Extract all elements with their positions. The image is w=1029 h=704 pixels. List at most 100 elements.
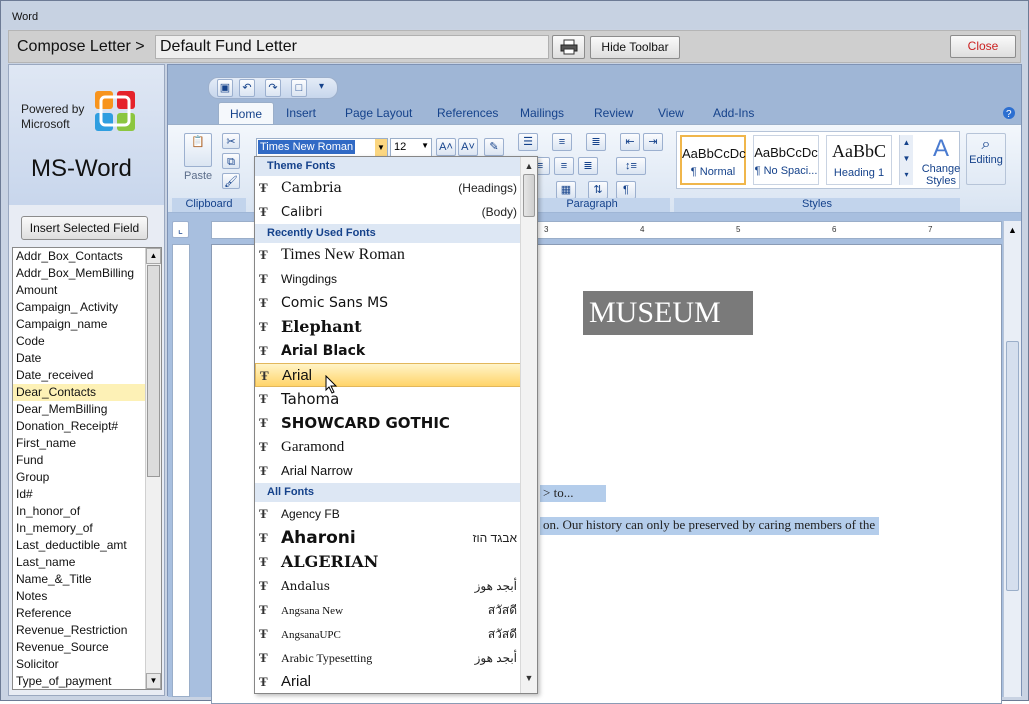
new-document-icon[interactable]: □ <box>291 79 307 97</box>
field-list-item[interactable]: Id# <box>13 486 146 503</box>
selected-text-line2[interactable]: on. Our history can only be preserved by… <box>540 517 880 535</box>
bullets-icon[interactable]: ☰ <box>518 133 538 151</box>
help-icon[interactable]: ? <box>1002 106 1016 120</box>
scroll-thumb[interactable] <box>147 265 160 477</box>
field-list-item[interactable]: Addr_Box_MemBilling <box>13 265 146 282</box>
field-list-item[interactable]: Code <box>13 333 146 350</box>
font-option[interactable]: Ŧ Arabic Typesetting أبجد هوز <box>255 646 521 670</box>
tab-view[interactable]: View <box>658 106 684 120</box>
field-list-item[interactable]: Donation_Receipt# <box>13 418 146 435</box>
field-list-item[interactable]: Type_of_payment <box>13 673 146 689</box>
font-option[interactable]: Ŧ Arial Narrow <box>255 459 521 483</box>
font-option[interactable]: Ŧ Cambria (Headings) <box>255 176 521 200</box>
field-list-item[interactable]: Dear_MemBilling <box>13 401 146 418</box>
tab-add-ins[interactable]: Add-Ins <box>713 106 754 120</box>
font-scroll-down-icon[interactable]: ▼ <box>522 671 536 685</box>
font-option[interactable]: Ŧ SHOWCARD GOTHIC <box>255 411 521 435</box>
font-name-box[interactable]: Times New Roman ▼ <box>256 138 388 157</box>
show-hide-icon[interactable]: ¶ <box>616 181 636 199</box>
field-list-item[interactable]: Last_name <box>13 554 146 571</box>
font-size-box[interactable]: 12 ▼ <box>390 138 432 157</box>
font-list-scrollbar[interactable]: ▲ ▼ <box>520 157 537 693</box>
customize-qat-icon[interactable]: ▾ <box>319 81 324 92</box>
field-list-item[interactable]: Name_&_Title <box>13 571 146 588</box>
tab-selector-icon[interactable]: ⌞ <box>172 221 189 238</box>
paste-icon[interactable]: 📋 <box>184 133 212 167</box>
font-option[interactable]: Ŧ Garamond <box>255 435 521 459</box>
field-list-item[interactable]: Campaign_ Activity <box>13 299 146 316</box>
style-heading1[interactable]: AaBbC Heading 1 <box>826 135 892 185</box>
font-name-value[interactable]: Times New Roman <box>258 140 356 154</box>
font-option[interactable]: Ŧ Calibri (Body) <box>255 200 521 224</box>
field-list-item[interactable]: Dear_Contacts <box>13 384 146 401</box>
field-list-item[interactable]: Solicitor <box>13 656 146 673</box>
field-list-item[interactable]: Revenue_Restriction <box>13 622 146 639</box>
field-list-scrollbar[interactable]: ▲ ▼ <box>145 248 161 689</box>
font-option[interactable]: Ŧ Comic Sans MS <box>255 291 521 315</box>
align-right-icon[interactable]: ≡ <box>554 157 574 175</box>
field-list-item[interactable]: Amount <box>13 282 146 299</box>
clear-formatting-icon[interactable]: ✎ <box>484 138 504 156</box>
tab-review[interactable]: Review <box>594 106 633 120</box>
scroll-down-icon[interactable]: ▼ <box>146 673 161 689</box>
field-list-item[interactable]: Date_received <box>13 367 146 384</box>
redo-icon[interactable]: ↷ <box>265 79 281 97</box>
font-option[interactable]: Ŧ AngsanaUPC สวัสดี <box>255 622 521 646</box>
format-painter-icon[interactable]: 🖌 <box>222 173 240 189</box>
field-list-item[interactable]: Campaign_name <box>13 316 146 333</box>
font-option[interactable]: Ŧ Aharoni אבגד הוז <box>255 526 521 550</box>
justify-icon[interactable]: ≣ <box>578 157 598 175</box>
vertical-ruler[interactable] <box>172 244 190 697</box>
tab-home[interactable]: Home <box>218 102 275 125</box>
style-normal[interactable]: AaBbCcDc ¶ Normal <box>680 135 746 185</box>
undo-icon[interactable]: ↶ <box>239 79 255 97</box>
decrease-indent-icon[interactable]: ⇤ <box>620 133 640 151</box>
scroll-up-icon[interactable]: ▲ <box>146 248 161 264</box>
field-list-item[interactable]: Revenue_Source <box>13 639 146 656</box>
field-list-item[interactable]: Last_deductible_amt <box>13 537 146 554</box>
font-option[interactable]: Ŧ Wingdings <box>255 267 521 291</box>
field-list-item[interactable]: First_name <box>13 435 146 452</box>
font-option[interactable]: Ŧ Elephant <box>255 315 521 339</box>
field-list-item[interactable]: Date <box>13 350 146 367</box>
shrink-font-icon[interactable]: A˅ <box>458 138 478 156</box>
close-button[interactable]: Close <box>950 35 1016 58</box>
tab-insert[interactable]: Insert <box>286 106 316 120</box>
font-option[interactable]: Ŧ Arial Black <box>255 339 521 363</box>
field-list-item[interactable]: In_memory_of <box>13 520 146 537</box>
print-button[interactable] <box>552 35 585 59</box>
doc-scroll-up-icon[interactable]: ▲ <box>1006 225 1019 239</box>
copy-icon[interactable]: ⧉ <box>222 153 240 169</box>
change-styles-button[interactable]: A Change Styles <box>914 135 968 187</box>
field-list-item[interactable]: In_honor_of <box>13 503 146 520</box>
borders-icon[interactable]: ▦ <box>556 181 576 199</box>
font-option[interactable]: Ŧ Agency FB <box>255 502 521 526</box>
font-option[interactable]: Ŧ Angsana New สวัสดี <box>255 598 521 622</box>
selected-text-line1[interactable]: > to... <box>540 485 606 502</box>
paste-label[interactable]: Paste <box>184 170 212 182</box>
increase-indent-icon[interactable]: ⇥ <box>643 133 663 151</box>
tab-mailings[interactable]: Mailings <box>520 106 564 120</box>
font-scroll-up-icon[interactable]: ▲ <box>522 159 536 173</box>
styles-more-icon[interactable]: ▲ ▼ ▾ <box>899 135 913 185</box>
grow-font-icon[interactable]: A˄ <box>436 138 456 156</box>
tab-references[interactable]: References <box>437 106 498 120</box>
font-option[interactable]: Ŧ ALGERIAN <box>255 550 521 574</box>
doc-scroll-thumb[interactable] <box>1006 341 1019 591</box>
merge-field-list[interactable]: Addr_Box_Contacts Addr_Box_MemBilling Amou… <box>12 247 162 690</box>
field-list-item[interactable]: Fund <box>13 452 146 469</box>
multilevel-list-icon[interactable]: ≣ <box>586 133 606 151</box>
hide-toolbar-button[interactable]: Hide Toolbar <box>590 36 680 59</box>
style-no-spacing[interactable]: AaBbCcDc ¶ No Spaci... <box>753 135 819 185</box>
field-list-item[interactable]: Group <box>13 469 146 486</box>
tab-page-layout[interactable]: Page Layout <box>345 106 412 120</box>
field-list-item[interactable]: Reference <box>13 605 146 622</box>
save-icon[interactable]: ▣ <box>217 79 233 97</box>
font-size-dropdown-icon[interactable]: ▼ <box>421 141 429 150</box>
letter-name-field[interactable]: Default Fund Letter <box>155 35 549 59</box>
font-option[interactable]: Ŧ Arial <box>255 363 521 387</box>
numbering-icon[interactable]: ≡ <box>552 133 572 151</box>
document-scrollbar[interactable]: ▲ <box>1003 221 1021 697</box>
line-spacing-icon[interactable]: ↕≡ <box>616 157 646 175</box>
field-list-item[interactable]: Notes <box>13 588 146 605</box>
